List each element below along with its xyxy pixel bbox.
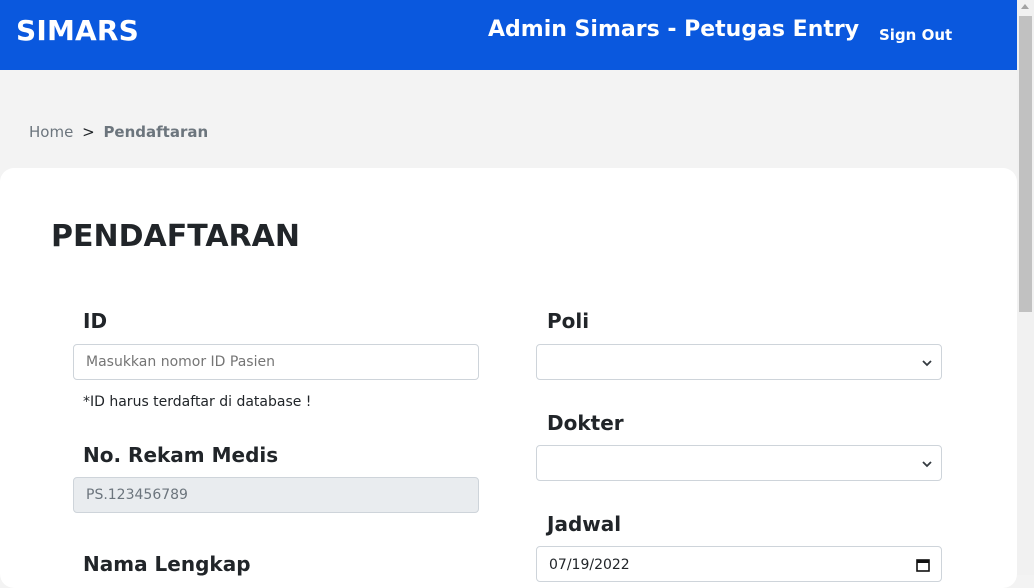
rekam-medis-field — [73, 477, 479, 513]
brand-logo-text[interactable]: SIMARS — [16, 14, 139, 47]
page-scrollbar[interactable] — [1017, 0, 1034, 575]
page-title: PENDAFTARAN — [51, 219, 300, 254]
top-navbar: SIMARS Admin Simars - Petugas Entry Sign… — [0, 0, 1017, 70]
jadwal-label: Jadwal — [547, 512, 622, 536]
poli-select[interactable] — [536, 344, 942, 380]
breadcrumb-separator: > — [82, 123, 95, 141]
jadwal-date-value: 07/19/2022 — [549, 557, 630, 573]
dokter-label: Dokter — [547, 411, 624, 435]
scroll-up-arrow-icon[interactable] — [1021, 4, 1029, 9]
poli-label: Poli — [547, 309, 590, 333]
nama-lengkap-label: Nama Lengkap — [83, 552, 251, 576]
breadcrumb-current: Pendaftaran — [103, 123, 209, 141]
scrollbar-thumb[interactable] — [1019, 16, 1032, 312]
rekam-medis-label: No. Rekam Medis — [83, 443, 279, 467]
navbar-title: Admin Simars - Petugas Entry — [488, 17, 860, 42]
breadcrumb-home-link[interactable]: Home — [29, 123, 73, 141]
chevron-down-icon — [922, 461, 932, 468]
id-input[interactable] — [73, 344, 479, 380]
id-label: ID — [83, 309, 108, 333]
chevron-down-icon — [922, 360, 932, 367]
sign-out-link[interactable]: Sign Out — [879, 26, 952, 44]
dokter-select[interactable] — [536, 445, 942, 481]
breadcrumb: Home > Pendaftaran — [29, 123, 208, 141]
jadwal-date-input[interactable]: 07/19/2022 — [536, 546, 942, 582]
id-help-text: *ID harus terdaftar di database ! — [83, 394, 312, 410]
calendar-icon[interactable] — [915, 557, 931, 573]
